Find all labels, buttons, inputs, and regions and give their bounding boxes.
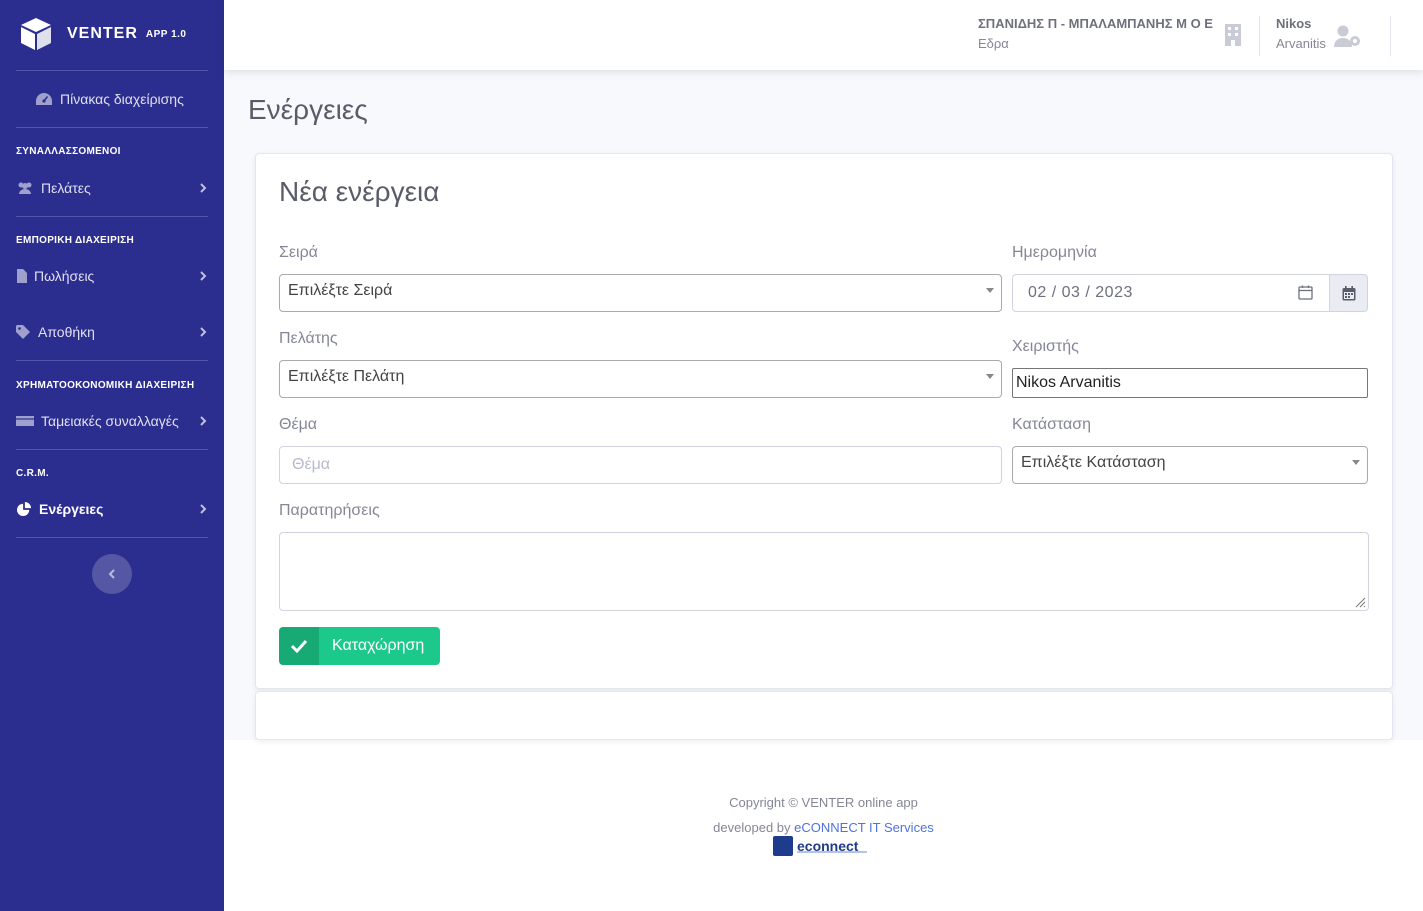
submit-button-label: Καταχώρηση [332, 637, 425, 654]
date-picker-button[interactable] [1329, 274, 1368, 312]
dropdown-arrow-icon [1352, 460, 1360, 465]
brand-version: APP 1.0 [145, 28, 187, 40]
sidebar-divider [16, 360, 208, 361]
sidebar: VENTER APP 1.0 Πίνακας διαχείρισης ΣΥΝΑΛ… [0, 0, 224, 911]
company-info[interactable]: ΣΠΑΝΙΔΗΣ Π - ΜΠΑΛΑΜΠΑΝΗΣ Μ Ο Ε Εδρα [978, 16, 1213, 51]
user-cog-icon[interactable] [1334, 25, 1362, 47]
notes-label: Παρατηρήσεις [279, 502, 380, 519]
series-select[interactable]: Επιλέξτε Σειρά [279, 274, 1002, 312]
sidebar-divider [16, 537, 208, 538]
notes-textarea[interactable] [279, 532, 1369, 611]
date-field-group: 02 / 03 / 2023 [1012, 274, 1368, 312]
footer-developed-by: developed by [713, 820, 791, 835]
sidebar-item-actions[interactable]: Ενέργειες [16, 494, 208, 524]
user-info[interactable]: Nikos Arvanitis [1276, 16, 1326, 51]
submit-button[interactable]: Καταχώρηση [279, 627, 440, 665]
check-icon [279, 627, 319, 665]
calendar-icon[interactable] [1298, 285, 1313, 300]
sidebar-divider [16, 449, 208, 450]
date-input[interactable]: 02 / 03 / 2023 [1012, 274, 1330, 312]
sidebar-item-label: Πίνακας διαχείρισης [60, 91, 184, 107]
company-name: ΣΠΑΝΙΔΗΣ Π - ΜΠΑΛΑΜΠΑΝΗΣ Μ Ο Ε [978, 16, 1213, 31]
chevron-right-icon [200, 504, 207, 514]
footer-developed: developed by eCONNECT IT Services [224, 820, 1423, 835]
status-select-value: Επιλέξτε Κατάσταση [1021, 454, 1166, 471]
form-title: Νέα ενέργεια [279, 176, 440, 207]
page-title: Ενέργειες [248, 94, 368, 125]
handler-label: Χειριστής [1012, 338, 1079, 355]
pie-chart-icon [17, 502, 31, 516]
handler-input[interactable]: Nikos Arvanitis [1012, 368, 1368, 398]
status-select[interactable]: Επιλέξτε Κατάσταση [1012, 446, 1368, 484]
topbar-divider [1390, 16, 1391, 56]
logo-tagline-decoration [797, 851, 867, 853]
subject-input[interactable]: Θέμα [279, 446, 1002, 484]
econnect-logo[interactable]: econnect [773, 835, 869, 857]
tag-icon [16, 325, 30, 339]
customer-select-value: Επιλέξτε Πελάτη [288, 368, 405, 385]
money-icon [16, 416, 34, 426]
sidebar-item-customers[interactable]: Πελάτες [16, 173, 208, 203]
cube-logo-icon [21, 18, 51, 50]
chevron-right-icon [200, 183, 207, 193]
chevron-right-icon [200, 416, 207, 426]
sidebar-divider [16, 127, 208, 128]
date-label: Ημερομηνία [1012, 244, 1097, 261]
footer-copyright: Copyright © VENTER online app [729, 795, 918, 810]
sidebar-item-label: Ενέργειες [39, 501, 104, 517]
sidebar-heading: ΣΥΝΑΛΛΑΣΣΟΜΕΝΟΙ [16, 146, 121, 157]
sidebar-heading: C.R.M. [16, 468, 49, 479]
sidebar-item-label: Ταμειακές συναλλαγές [41, 413, 179, 429]
sidebar-divider [16, 70, 208, 71]
sidebar-toggle-button[interactable] [92, 554, 132, 594]
status-label: Κατάσταση [1012, 416, 1092, 433]
sidebar-item-label: Αποθήκη [38, 324, 95, 340]
customer-label: Πελάτης [279, 330, 338, 347]
series-select-value: Επιλέξτε Σειρά [288, 282, 393, 299]
dropdown-arrow-icon [986, 288, 994, 293]
tachometer-icon [36, 93, 52, 105]
sidebar-item-dashboard[interactable]: Πίνακας διαχείρισης [35, 84, 205, 114]
building-icon[interactable] [1224, 24, 1242, 46]
topbar-divider [1259, 16, 1260, 56]
sidebar-divider [16, 216, 208, 217]
chevron-right-icon [200, 271, 207, 281]
customer-select[interactable]: Επιλέξτε Πελάτη [279, 360, 1002, 398]
developer-link[interactable]: eCONNECT IT Services [794, 820, 934, 835]
sidebar-item-warehouse[interactable]: Αποθήκη [16, 317, 208, 347]
sidebar-item-label: Πωλήσεις [34, 268, 95, 284]
file-icon [17, 269, 27, 283]
topbar: ΣΠΑΝΙΔΗΣ Π - ΜΠΑΛΑΜΠΑΝΗΣ Μ Ο Ε Εδρα Niko… [224, 0, 1423, 70]
sidebar-item-cash-transactions[interactable]: Ταμειακές συναλλαγές [16, 406, 208, 436]
user-last-name: Arvanitis [1276, 36, 1326, 51]
subject-label: Θέμα [279, 416, 318, 433]
date-input-value: 02 / 03 / 2023 [1028, 284, 1133, 301]
users-icon [18, 182, 32, 194]
sidebar-heading: ΧΡΗΜΑΤΟΟΚΟΝΟΜΙΚΗ ΔΙΑΧΕΙΡΙΣΗ [16, 380, 195, 391]
calendar-icon [1342, 285, 1355, 300]
sidebar-item-sales[interactable]: Πωλήσεις [16, 261, 208, 291]
resize-grip-icon[interactable] [1354, 596, 1366, 608]
company-branch: Εδρα [978, 36, 1009, 51]
brand-name: VENTER [67, 25, 138, 42]
brand[interactable]: VENTER APP 1.0 [20, 16, 186, 52]
series-label: Σειρά [279, 244, 318, 261]
sidebar-item-label: Πελάτες [41, 180, 91, 196]
econnect-mark-icon [773, 836, 793, 856]
chevron-left-icon [108, 569, 115, 579]
chevron-right-icon [200, 327, 207, 337]
sidebar-heading: ΕΜΠΟΡΙΚΗ ΔΙΑΧΕΙΡΙΣΗ [16, 235, 134, 246]
list-card [255, 691, 1393, 740]
dropdown-arrow-icon [986, 374, 994, 379]
user-first-name: Nikos [1276, 16, 1312, 31]
